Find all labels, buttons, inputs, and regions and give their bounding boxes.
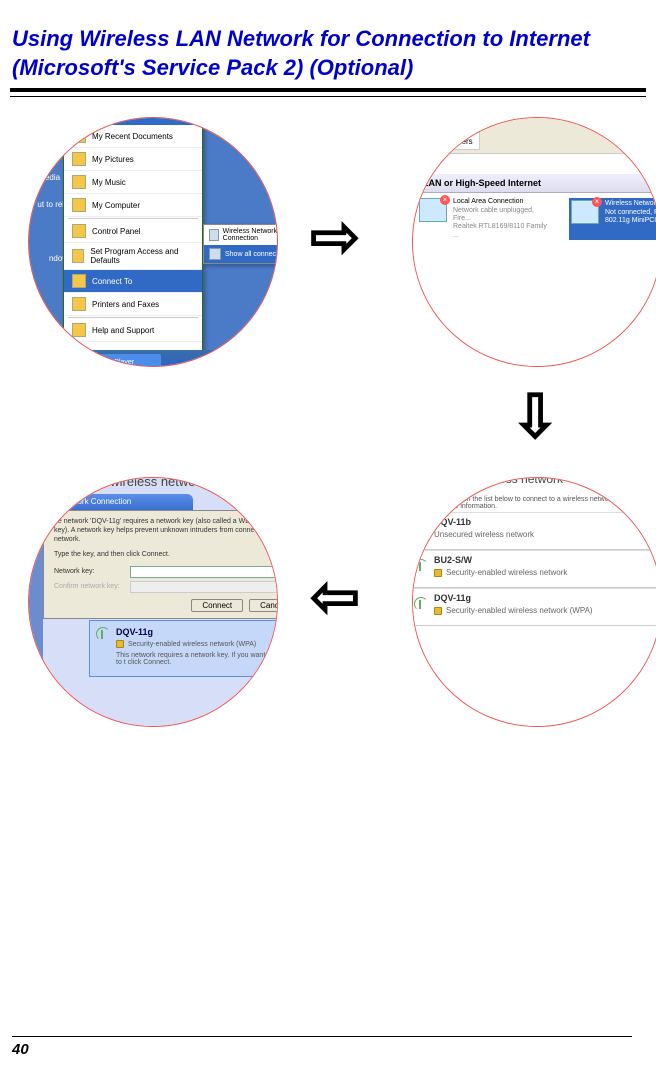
connect-to-flyout[interactable]: Wireless Network Connection Show all con… [203,224,278,264]
antenna-icon [414,521,426,533]
wireless-network-item[interactable]: DQV-11g Security-enabled wireless networ… [412,588,656,626]
screenshot-network-key: etwork fferent dvanced Choose a wireless… [28,477,278,727]
sidebar-link[interactable]: fferent [28,584,39,599]
dialog-titlebar: ss Network Connection [43,494,193,510]
antenna-icon [96,627,108,639]
network-desc: Security-enabled wireless network [434,568,656,577]
wireless-icon [209,229,219,241]
connect-button[interactable]: Connect [191,599,243,612]
dialog-text: he network 'DQV-11g' requires a network … [54,517,278,544]
sidebar-link[interactable]: dvanced [28,599,39,614]
start-button[interactable]: rns [28,350,65,367]
start-menu[interactable]: My Recent Documents My Pictures My Music… [63,117,203,367]
wireless-network-item[interactable]: BU2-S/W Security-enabled wireless networ… [412,550,656,588]
start-menu-item[interactable]: My Computer [64,194,202,217]
wireless-title: Choose a wireless network [43,477,278,493]
screenshot-wireless-list: oose a wireless network Click an item in… [412,477,656,727]
wireless-network-list: DQV-11b Unsecured wireless network BU2-S… [412,512,656,626]
network-key-dialog: he network 'DQV-11g' requires a network … [43,510,278,618]
computer-icon [72,198,86,212]
selected-network-panel[interactable]: DQV-11g Security-enabled wireless networ… [89,620,278,677]
arrow-left-icon: ⇦ [310,567,360,627]
connection-sub: Realtek RTL8169/8110 Family ... [453,223,553,240]
connection-lan[interactable]: × Local Area Connection Network cable un… [419,198,553,240]
start-menu-item[interactable]: My Recent Documents [64,125,202,148]
folder-icon [72,129,86,143]
folder-icon [72,175,86,189]
divider-thick [10,88,646,92]
wireless-list-title: oose a wireless network [435,477,563,486]
start-menu-item[interactable]: Control Panel [64,220,202,243]
help-icon [72,323,86,337]
flyout-item-wireless[interactable]: Wireless Network Connection [204,225,278,245]
disconnected-icon: × [440,195,450,205]
taskbar-tab[interactable]: dows Media Player [71,354,161,367]
dialog-text: Type the key, and then click Connect. [54,550,278,559]
folders-button[interactable]: Folders [421,132,480,150]
lan-icon: × [419,198,447,222]
network-desc: Unsecured wireless network [434,530,656,539]
folder-icon [72,152,86,166]
cancel-button[interactable]: Cancel [249,599,278,612]
connection-sub: 802.11g MiniPCI W [605,217,656,225]
start-menu-item[interactable]: Help and Support [64,319,202,342]
wireless-icon: × [571,200,599,224]
lock-icon [116,640,124,648]
network-key-label: Network key: [54,568,124,575]
arrow-right-icon: ⇨ [310,207,360,267]
menu-help[interactable]: Help [425,118,441,127]
network-name: BU2-S/W [434,555,656,565]
network-icon [72,274,86,288]
start-menu-item[interactable]: Set Program Access and Defaults [64,243,202,270]
flyout-item-showall[interactable]: Show all connections [204,245,278,263]
printer-icon [72,297,86,311]
lock-icon [434,569,442,577]
wireless-list-subtitle: Click an item in the list below to conne… [412,494,656,512]
start-menu-item[interactable]: Printers and Faxes [64,293,202,316]
connection-name: Local Area Connection [453,198,553,206]
group-header: LAN or High-Speed Internet [413,174,656,193]
antenna-icon [414,597,426,609]
network-name: DQV-11g [116,627,278,637]
folder-icon [428,135,442,147]
start-menu-item[interactable]: My Music [64,171,202,194]
connection-sub: Not connected, Fir [605,209,656,217]
control-panel-icon [72,224,86,238]
page-number: 40 [12,1036,632,1058]
toolbar: Help Folders [413,117,656,154]
network-name: DQV-11g [434,593,656,603]
lock-icon [434,607,442,615]
connection-sub: Network cable unplugged, Fire... [453,207,553,224]
antenna-icon [414,559,426,571]
disconnected-icon: × [592,197,602,207]
wireless-tasks-sidebar: etwork fferent dvanced [28,478,43,726]
network-desc: Security-enabled wireless network (WPA) [116,640,278,648]
confirm-key-input [130,581,278,593]
start-menu-item-connect-to[interactable]: Connect To [64,270,202,293]
confirm-key-label: Confirm network key: [54,583,124,590]
menu-divider [68,317,198,318]
sidebar-link[interactable]: etwork [28,568,39,583]
connections-icon [209,248,221,260]
network-name: DQV-11b [434,517,656,527]
network-key-input[interactable] [130,566,278,578]
arrow-down-icon: ⇩ [510,387,560,447]
screenshot-network-connections: Help Folders LAN or High-Speed Internet … [412,117,656,367]
network-hint: This network requires a network key. If … [116,652,278,666]
page-title: Using Wireless LAN Network for Connectio… [0,0,656,88]
diagram-area: ansfer edia Player ut to rebooter ayer n… [0,117,656,817]
programs-icon [72,249,84,263]
connection-wireless[interactable]: × Wireless Network Not connected, Fir 80… [569,198,656,240]
connection-name: Wireless Network [605,200,656,208]
wireless-network-item[interactable]: DQV-11b Unsecured wireless network [412,512,656,550]
start-menu-item[interactable]: My Pictures [64,148,202,171]
network-desc: Security-enabled wireless network (WPA) [434,606,656,615]
screenshot-start-menu: ansfer edia Player ut to rebooter ayer n… [28,117,278,367]
menu-divider [68,218,198,219]
start-menu-header [64,117,202,125]
divider-thin [10,96,646,97]
